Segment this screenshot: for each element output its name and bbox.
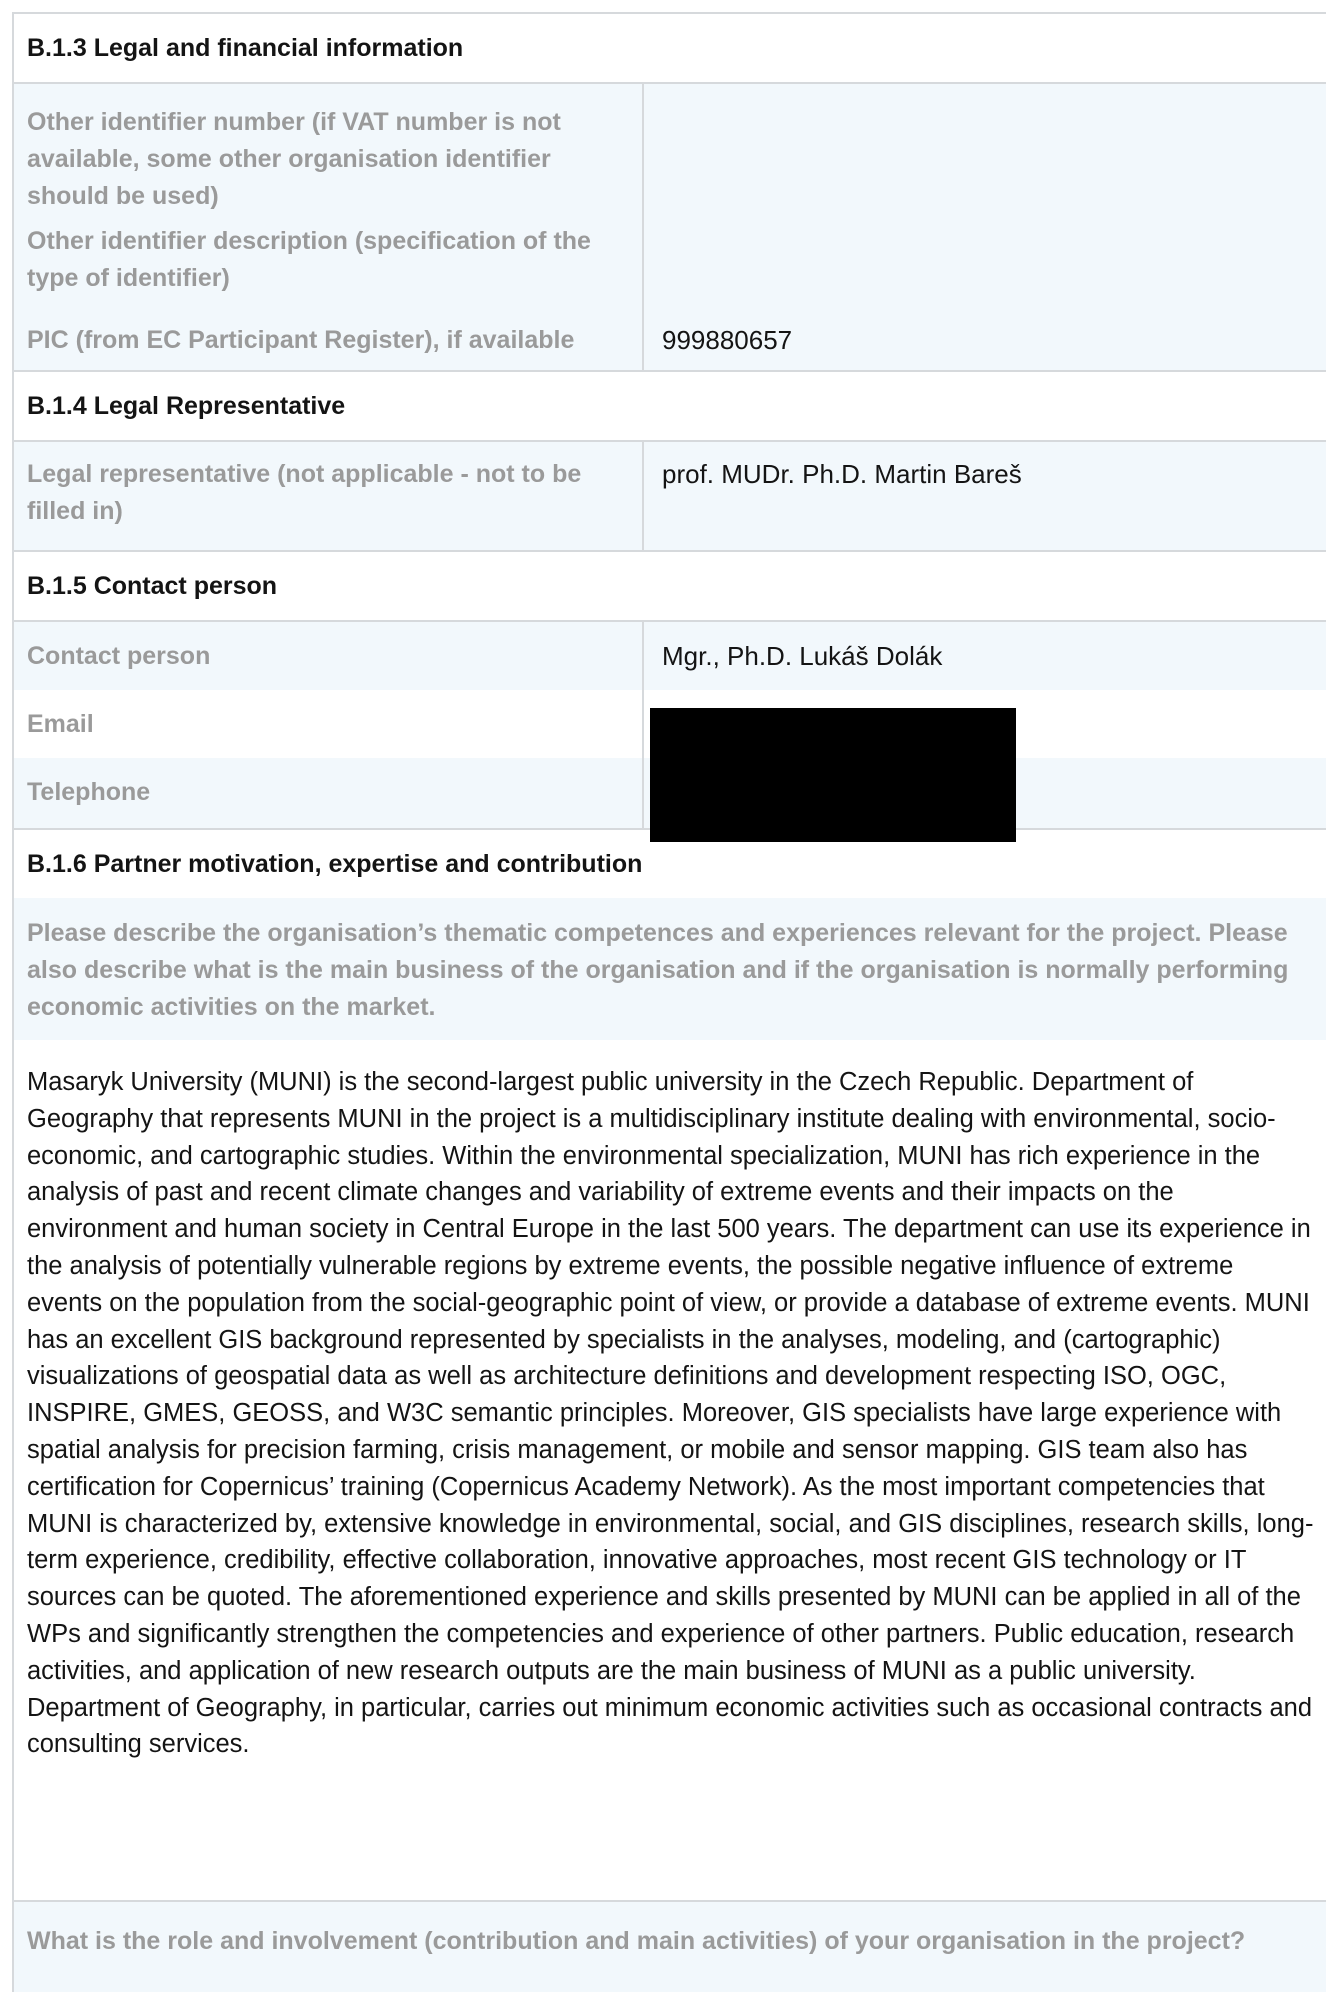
field-label: Contact person — [14, 622, 644, 690]
field-label: Telephone — [14, 758, 644, 828]
field-label: Other identifier description (specificat… — [14, 223, 644, 311]
field-value: Mgr., Ph.D. Lukáš Dolák — [662, 641, 943, 671]
field-value — [644, 84, 1326, 223]
answer-competences: Masaryk University (MUNI) is the second-… — [14, 1040, 1326, 1902]
field-label: Legal representative (not applicable - n… — [14, 442, 644, 550]
section-heading-b15: B.1.5 Contact person — [14, 552, 1326, 622]
row-other-identifier-number: Other identifier number (if VAT number i… — [14, 84, 1326, 223]
application-form: B.1.3 Legal and financial information Ot… — [12, 12, 1326, 1992]
section-heading-b13: B.1.3 Legal and financial information — [14, 14, 1326, 84]
redaction-box — [650, 708, 1016, 842]
row-pic: PIC (from EC Participant Register), if a… — [14, 311, 1326, 372]
field-label: Email — [14, 690, 644, 758]
question-competences: Please describe the organisation’s thema… — [14, 898, 1326, 1040]
field-value — [644, 223, 1326, 311]
section-heading-b14: B.1.4 Legal Representative — [14, 372, 1326, 442]
question-role: What is the role and involvement (contri… — [14, 1902, 1326, 1992]
field-label: PIC (from EC Participant Register), if a… — [14, 311, 644, 370]
field-value: prof. MUDr. Ph.D. Martin Bareš — [662, 459, 1022, 489]
field-value: 999880657 — [662, 325, 793, 355]
row-contact-person: Contact person Mgr., Ph.D. Lukáš Dolák — [14, 622, 1326, 690]
field-label: Other identifier number (if VAT number i… — [14, 84, 644, 223]
row-legal-representative: Legal representative (not applicable - n… — [14, 442, 1326, 552]
row-other-identifier-description: Other identifier description (specificat… — [14, 223, 1326, 311]
